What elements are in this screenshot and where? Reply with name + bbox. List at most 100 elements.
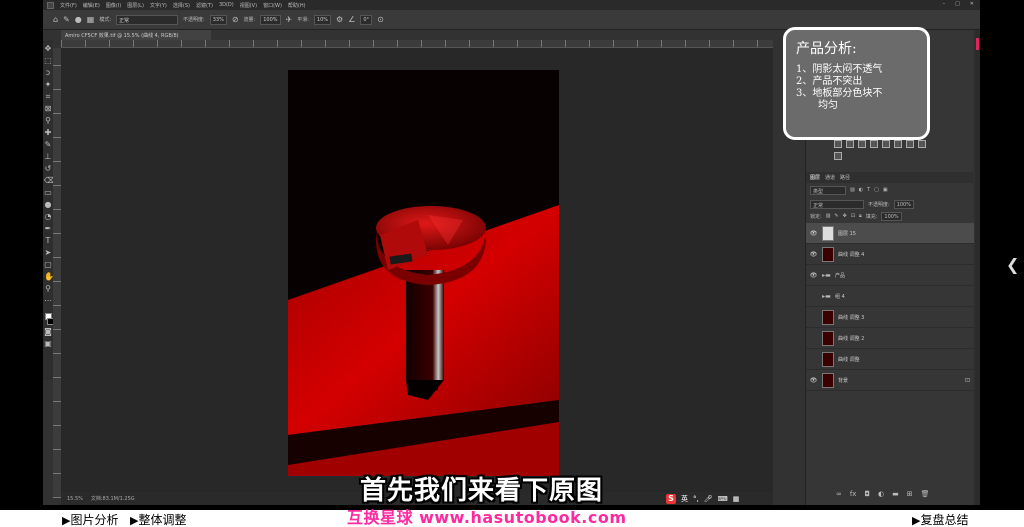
- chapter-overall-adjust[interactable]: ▶整体调整: [130, 511, 186, 527]
- lock-position-icon[interactable]: ✥: [843, 213, 847, 219]
- lock-paint-icon[interactable]: ✎: [834, 213, 838, 219]
- minimize-icon[interactable]: –: [943, 1, 946, 7]
- history-brush-icon[interactable]: ↺: [44, 163, 52, 174]
- type-tool-icon[interactable]: T: [44, 235, 52, 246]
- brush-icon[interactable]: ✎: [44, 139, 52, 150]
- fx-icon[interactable]: fx: [850, 490, 857, 498]
- blur-icon[interactable]: ●: [44, 199, 52, 210]
- filter-pixel-icon[interactable]: ▨: [850, 187, 855, 193]
- screen-mode-icon[interactable]: ▣: [44, 338, 52, 349]
- chevron-left-icon[interactable]: ❮: [1006, 255, 1019, 274]
- lock-artboard-icon[interactable]: ⊡: [851, 213, 855, 219]
- color-swatch-strip[interactable]: [976, 38, 979, 50]
- fill-input[interactable]: 100%: [881, 211, 902, 221]
- chapter-review-summary[interactable]: ▶复盘总结: [912, 511, 968, 527]
- smooth-input[interactable]: 10%: [313, 14, 332, 25]
- brightness-icon[interactable]: [834, 140, 842, 148]
- menu-layer[interactable]: 图层(L): [127, 2, 144, 9]
- brush-preset-icon[interactable]: ●: [75, 15, 82, 24]
- crop-tool-icon[interactable]: ⌗: [44, 91, 52, 102]
- hand-tool-icon[interactable]: ✋: [44, 271, 54, 282]
- flow-input[interactable]: 100%: [260, 14, 281, 25]
- ime-mic-icon[interactable]: 🎤︎: [704, 495, 713, 503]
- menu-select[interactable]: 选择(S): [173, 2, 190, 9]
- eye-icon[interactable]: 👁︎: [809, 251, 818, 258]
- tab-layers[interactable]: 图层: [810, 174, 820, 181]
- brush-settings-icon[interactable]: ▦: [87, 15, 95, 24]
- mask-icon[interactable]: ◘: [864, 490, 870, 498]
- dodge-icon[interactable]: ◔: [44, 211, 52, 222]
- frame-tool-icon[interactable]: ⊠: [44, 103, 52, 114]
- tab-paths[interactable]: 路径: [840, 174, 850, 181]
- eyedropper-icon[interactable]: ⚲: [44, 115, 52, 126]
- magic-wand-icon[interactable]: ✦: [44, 79, 52, 90]
- ime-lang[interactable]: 英: [681, 494, 688, 504]
- eye-icon[interactable]: 👁︎: [809, 377, 818, 384]
- pen-icon[interactable]: ✒: [44, 223, 52, 234]
- layer-row[interactable]: 曲线 调整 2: [806, 328, 974, 349]
- layer-row[interactable]: 👁︎ 曲线 调整 4: [806, 244, 974, 265]
- path-select-icon[interactable]: ➤: [44, 247, 52, 258]
- trash-icon[interactable]: 🗑︎: [921, 490, 930, 498]
- layer-row[interactable]: ▸▬ 组 4: [806, 286, 974, 307]
- menu-filter[interactable]: 滤镜(T): [196, 2, 213, 9]
- layer-row[interactable]: 👁︎ ▸▬ 产品: [806, 265, 974, 286]
- menu-help[interactable]: 帮助(H): [288, 2, 306, 9]
- color-balance-icon[interactable]: [906, 140, 914, 148]
- marquee-tool-icon[interactable]: ⬚: [44, 55, 52, 66]
- tab-channels[interactable]: 通道: [825, 174, 835, 181]
- filter-smart-icon[interactable]: ▣: [883, 187, 888, 193]
- ime-punct-icon[interactable]: °,: [693, 495, 699, 503]
- layer-kind-select[interactable]: 类型: [810, 185, 846, 195]
- adjustment-layer-icon[interactable]: ◐: [878, 490, 884, 498]
- eye-icon[interactable]: 👁︎: [809, 272, 818, 279]
- layer-row[interactable]: 👁︎ 背景 ⊡: [806, 370, 974, 391]
- levels-icon[interactable]: [846, 140, 854, 148]
- blend-mode-select[interactable]: 正常: [810, 199, 864, 209]
- more-tools-icon[interactable]: ⋯: [44, 295, 52, 306]
- ime-logo[interactable]: S: [666, 494, 676, 504]
- menu-3d[interactable]: 3D(D): [219, 2, 234, 8]
- exposure-icon[interactable]: [870, 140, 878, 148]
- home-icon[interactable]: ⌂: [53, 15, 58, 24]
- vibrance-icon[interactable]: [882, 140, 890, 148]
- link-icon[interactable]: ∞: [836, 490, 842, 498]
- pressure-opacity-icon[interactable]: ⊘: [232, 15, 239, 24]
- photo-filter-icon[interactable]: [834, 152, 842, 160]
- lasso-tool-icon[interactable]: ↄ: [44, 67, 52, 78]
- hue-icon[interactable]: [894, 140, 902, 148]
- layer-opacity-input[interactable]: 100%: [893, 199, 914, 209]
- filter-adjust-icon[interactable]: ◐: [859, 187, 863, 193]
- close-icon[interactable]: ✕: [970, 1, 974, 7]
- curves-icon[interactable]: [858, 140, 866, 148]
- bw-icon[interactable]: [918, 140, 926, 148]
- ime-keyboard-icon[interactable]: ⌨: [718, 495, 728, 503]
- filter-shape-icon[interactable]: ▢: [874, 187, 879, 193]
- opacity-input[interactable]: 33%: [209, 14, 227, 25]
- document-tab[interactable]: Amiro CF5CF 效果.tif @ 15.5% (曲线 4, RGB/8): [61, 30, 211, 40]
- zoom-tool-icon[interactable]: ⚲: [44, 283, 52, 294]
- move-tool-icon[interactable]: ✥: [44, 43, 52, 54]
- menu-image[interactable]: 图像(I): [106, 2, 121, 9]
- airbrush-icon[interactable]: ✈: [286, 15, 293, 24]
- document-canvas[interactable]: [288, 70, 559, 476]
- lock-all-icon[interactable]: 🔒︎: [859, 213, 862, 219]
- canvas-area[interactable]: [61, 48, 773, 492]
- quick-mask-icon[interactable]: ◙: [44, 326, 52, 337]
- lock-pixels-icon[interactable]: ▨: [826, 213, 831, 219]
- new-group-icon[interactable]: ▬: [892, 490, 899, 498]
- layer-row[interactable]: 👁︎ 图层 15: [806, 223, 974, 244]
- layer-row[interactable]: 曲线 调整 3: [806, 307, 974, 328]
- eraser-icon[interactable]: ⌫: [44, 175, 55, 186]
- menu-file[interactable]: 文件(F): [60, 2, 77, 9]
- mode-select[interactable]: 正常: [116, 14, 179, 25]
- zoom-readout[interactable]: 15.5%: [67, 496, 83, 502]
- layer-row[interactable]: 曲线 调整: [806, 349, 974, 370]
- ime-skin-icon[interactable]: ▦: [733, 495, 740, 503]
- eye-icon[interactable]: 👁︎: [809, 230, 818, 237]
- filter-type-icon[interactable]: T: [867, 187, 870, 193]
- new-layer-icon[interactable]: ⊞: [907, 490, 913, 498]
- angle-input[interactable]: 0°: [360, 14, 373, 25]
- maximize-icon[interactable]: □: [955, 1, 960, 7]
- gear-icon[interactable]: ⚙: [336, 15, 343, 24]
